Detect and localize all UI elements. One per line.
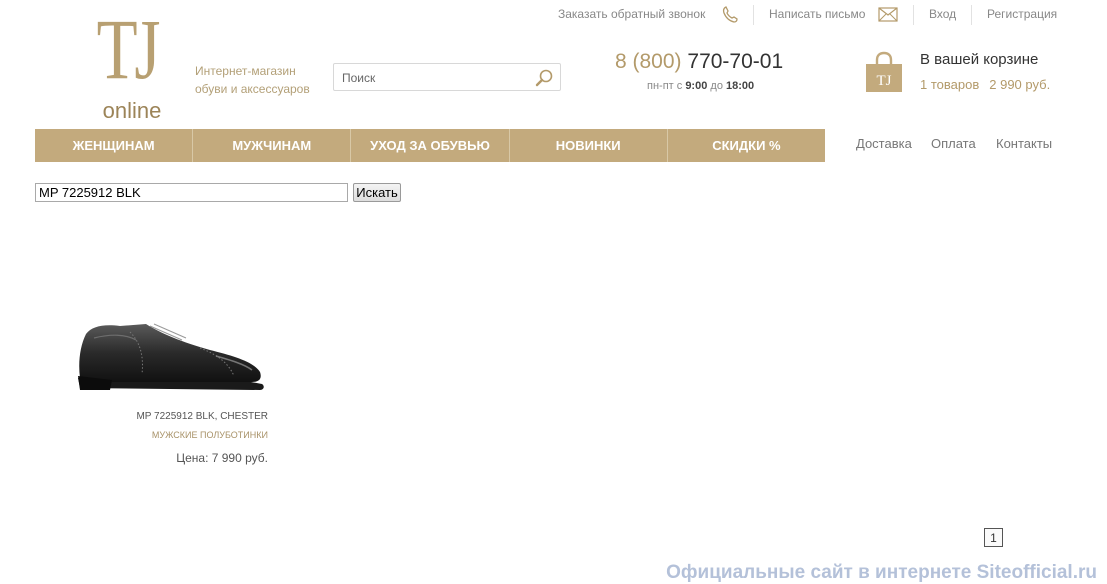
callback-link[interactable]: Заказать обратный звонок [558,7,705,21]
nav-shoe-care[interactable]: УХОД ЗА ОБУВЬЮ [351,129,510,162]
login-link[interactable]: Вход [929,7,956,21]
product-image[interactable] [70,312,270,394]
product-category[interactable]: МУЖСКИЕ ПОЛУБОТИНКИ [70,430,268,440]
register-link[interactable]: Регистрация [987,7,1057,21]
hours-to: 18:00 [726,80,755,92]
logo-mark: TJ [96,1,161,97]
product-name[interactable]: MP 7225912 BLK, CHESTER [70,411,268,422]
header-search [333,63,561,91]
nav-new[interactable]: НОВИНКИ [510,129,668,162]
contacts-link[interactable]: Контакты [996,136,1052,151]
work-hours: пн-пт с 9:00 до 18:00 [647,80,754,92]
query-input[interactable] [35,183,348,202]
nav-sale[interactable]: СКИДКИ % [668,129,825,162]
search-button[interactable]: Искать [353,183,401,202]
phone-number[interactable]: 8 (800) 770-70-01 [615,50,783,74]
tagline: Интернет-магазин обуви и аксессуаров [195,64,310,96]
delivery-link[interactable]: Доставка [856,136,912,151]
search-icon[interactable] [534,68,554,88]
nav-women[interactable]: ЖЕНЩИНАМ [35,129,194,162]
cart-total: 2 990 руб. [989,77,1051,92]
divider [971,5,972,25]
hours-from: 9:00 [685,80,708,92]
phone-main: 770-70-01 [687,50,784,73]
cart-count: 1 товаров [920,77,980,92]
pagination-current-page[interactable]: 1 [984,528,1003,547]
phone-icon[interactable] [722,6,738,23]
cart-title[interactable]: В вашей корзине [920,51,1038,68]
write-link[interactable]: Написать письмо [769,7,865,21]
site-logo[interactable]: TJ online [86,1,168,123]
main-nav: ЖЕНЩИНАМ МУЖЧИНАМ УХОД ЗА ОБУВЬЮ НОВИНКИ… [35,129,825,162]
logo-subtitle: online [102,98,162,123]
divider [913,5,914,25]
phone-code: 8 (800) [615,50,682,73]
hours-mid: до [710,80,723,92]
hours-prefix: пн-пт с [647,80,683,92]
mail-icon[interactable] [878,7,898,22]
cart-summary[interactable]: 1 товаров 2 990 руб. [920,77,1050,92]
product-price: Цена: 7 990 руб. [176,451,268,465]
nav-men[interactable]: МУЖЧИНАМ [193,129,352,162]
payment-link[interactable]: Оплата [931,136,976,151]
cart-icon-label: TJ [877,73,892,89]
divider [753,5,754,25]
search-input[interactable] [340,68,530,88]
shopping-bag-icon[interactable]: TJ [864,51,904,93]
watermark: Официальные сайт в интернете Siteofficia… [666,562,1097,583]
